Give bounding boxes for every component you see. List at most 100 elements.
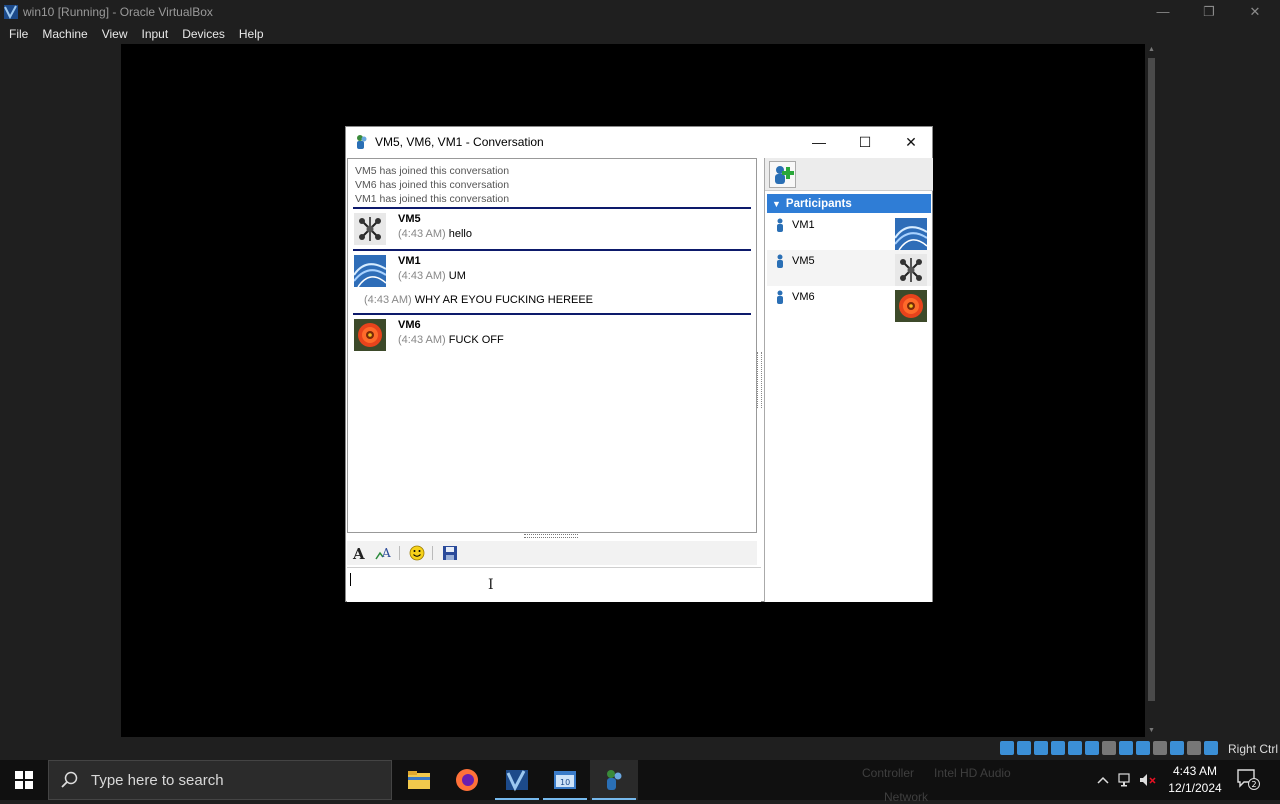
- ghost-text: Intel HD Audio: [934, 766, 1011, 780]
- message-time: (4:43 AM): [398, 270, 446, 282]
- optical-drive-icon[interactable]: [1000, 741, 1014, 755]
- display-icon[interactable]: [1119, 741, 1133, 755]
- conv-maximize-button[interactable]: ☐: [842, 127, 888, 157]
- vertical-splitter[interactable]: [757, 352, 762, 408]
- formatting-toolbar: A A: [347, 541, 757, 565]
- participant-item[interactable]: VM1: [767, 214, 931, 250]
- conversation-title-bar: VM5, VM6, VM1 - Conversation — ☐ ✕: [346, 127, 932, 157]
- keyboard-icon[interactable]: [1204, 741, 1218, 755]
- horizontal-splitter[interactable]: [524, 534, 578, 538]
- network-tray-button[interactable]: [1116, 760, 1136, 800]
- message-sender: VM1: [398, 255, 421, 267]
- virtualbox-icon: [4, 4, 18, 19]
- person-icon: [777, 218, 783, 232]
- message-text: UM: [448, 270, 466, 282]
- message-continuation: (4:43 AM) WHY AR EYOU FUCKING HEREEE: [348, 291, 756, 313]
- participants-header[interactable]: ▼ Participants: [767, 194, 931, 213]
- toolbar-separator: [399, 546, 400, 560]
- minimize-button[interactable]: —: [1140, 0, 1186, 23]
- add-participant-button[interactable]: [769, 161, 796, 188]
- clock-date: 12/1/2024: [1168, 781, 1222, 795]
- participant-item[interactable]: VM5: [767, 250, 931, 286]
- restore-button[interactable]: ❐: [1186, 0, 1232, 23]
- cpu-icon[interactable]: [1153, 741, 1167, 755]
- message-input[interactable]: I: [347, 567, 761, 602]
- messenger-icon: [357, 135, 367, 149]
- floppy-icon[interactable]: [1034, 741, 1048, 755]
- participant-name: VM6: [792, 291, 815, 303]
- virtualbox-icon: [506, 770, 528, 792]
- system-message: VM6 has joined this conversation: [355, 179, 510, 191]
- folder-icon: [408, 771, 430, 789]
- message-history[interactable]: VM5 has joined this conversation VM6 has…: [347, 158, 757, 533]
- toolbar-separator: [432, 546, 433, 560]
- scroll-up-arrow[interactable]: ▲: [1145, 44, 1158, 56]
- participants-header-label: Participants: [785, 197, 852, 210]
- participant-item[interactable]: VM6: [767, 286, 931, 322]
- mouse-integration-icon[interactable]: [1170, 741, 1184, 755]
- network-avatar: [895, 254, 927, 286]
- volume-muted-icon: [1140, 774, 1156, 786]
- scrollbar-thumb[interactable]: [1148, 58, 1155, 701]
- vm-window-taskbar-button[interactable]: 10: [541, 760, 589, 800]
- action-center-button[interactable]: 2: [1236, 768, 1260, 790]
- menu-input[interactable]: Input: [137, 27, 174, 41]
- text-caret: [350, 573, 351, 586]
- flower-avatar: [354, 319, 386, 351]
- flower-avatar: [895, 290, 927, 322]
- capture-icon[interactable]: [1187, 741, 1201, 755]
- network-adapter-icon[interactable]: [1068, 741, 1082, 755]
- vertical-scrollbar[interactable]: ▲ ▼: [1145, 44, 1158, 737]
- svg-text:A: A: [381, 546, 391, 560]
- message-text: hello: [448, 228, 472, 240]
- ibeam-cursor-icon: I: [488, 577, 494, 593]
- save-icon: [443, 546, 457, 560]
- menu-machine[interactable]: Machine: [37, 27, 92, 41]
- recording-icon[interactable]: [1136, 741, 1150, 755]
- menu-view[interactable]: View: [97, 27, 133, 41]
- collapse-triangle-icon: ▼: [772, 198, 781, 209]
- firefox-button[interactable]: [443, 760, 491, 800]
- ghost-text: Controller: [862, 766, 915, 780]
- menu-help[interactable]: Help: [234, 27, 269, 41]
- file-explorer-button[interactable]: [395, 760, 443, 800]
- host-title-bar: win10 [Running] - Oracle VirtualBox — ❐ …: [0, 0, 1280, 23]
- shared-folders-icon[interactable]: [1102, 741, 1116, 755]
- usb-icon[interactable]: [1085, 741, 1099, 755]
- message-time: (4:43 AM): [398, 334, 446, 346]
- participants-pane: ▼ Participants VM1 VM5 VM6: [764, 158, 933, 602]
- taskbar-clock[interactable]: 4:43 AM 12/1/2024: [1160, 763, 1230, 797]
- cd-icon[interactable]: [1017, 741, 1031, 755]
- conv-minimize-button[interactable]: —: [796, 127, 842, 157]
- scroll-down-arrow[interactable]: ▼: [1145, 725, 1158, 737]
- message-text: WHY AR EYOU FUCKING HEREEE: [414, 294, 594, 306]
- text-color-button[interactable]: A: [373, 543, 395, 563]
- host-menu-bar: File Machine View Input Devices Help: [0, 23, 1280, 44]
- participants-toolbar: [765, 158, 933, 191]
- menu-file[interactable]: File: [4, 27, 33, 41]
- person-icon: [777, 254, 783, 268]
- start-button[interactable]: [0, 760, 48, 800]
- status-icons: [1000, 741, 1219, 755]
- clock-time: 4:43 AM: [1172, 764, 1218, 778]
- volume-tray-button[interactable]: [1138, 760, 1158, 800]
- close-button[interactable]: ✕: [1232, 0, 1278, 23]
- blue-lines-avatar: [354, 255, 386, 287]
- menu-devices[interactable]: Devices: [177, 27, 230, 41]
- message-time: (4:43 AM): [398, 228, 446, 240]
- font-button[interactable]: A: [349, 543, 371, 563]
- vm-status-bar: Right Ctrl: [0, 738, 1280, 760]
- host-window-title: win10 [Running] - Oracle VirtualBox: [23, 4, 213, 19]
- blue-lines-avatar: [895, 218, 927, 250]
- conv-close-button[interactable]: ✕: [888, 127, 934, 157]
- messenger-taskbar-button[interactable]: [590, 760, 638, 800]
- show-hidden-icons-button[interactable]: [1094, 760, 1112, 800]
- host-key-label: Right Ctrl: [1228, 742, 1279, 756]
- virtualbox-taskbar-button[interactable]: [493, 760, 541, 800]
- font-icon: A: [352, 545, 365, 561]
- chevron-up-icon: [1097, 776, 1109, 784]
- audio-icon[interactable]: [1051, 741, 1065, 755]
- save-button[interactable]: [439, 543, 461, 563]
- taskbar-search[interactable]: Type here to search: [48, 760, 392, 800]
- emoticon-button[interactable]: [406, 543, 428, 563]
